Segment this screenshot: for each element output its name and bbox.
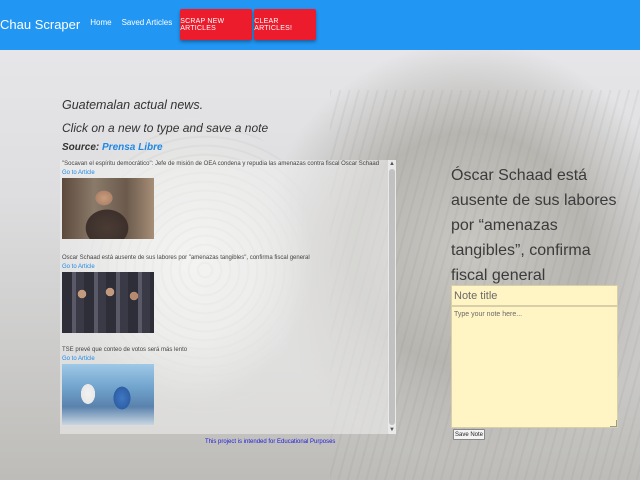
list-item[interactable]: Óscar Schaad está ausente de sus labores… <box>60 254 386 333</box>
list-item[interactable]: "Socavan el espíritu democrático": Jefe … <box>60 160 386 239</box>
article-image[interactable] <box>62 178 154 239</box>
save-note-button[interactable]: Save Note <box>453 429 485 440</box>
source-label: Source: <box>62 142 100 153</box>
article-link[interactable]: Go to Article <box>60 355 386 364</box>
clear-articles-button[interactable]: CLEAR ARTICLES! <box>254 9 317 40</box>
article-image[interactable] <box>62 272 154 333</box>
source-line: Source: Prensa Libre <box>62 142 163 153</box>
scrape-new-articles-button[interactable]: SCRAP NEW ARTICLES <box>180 9 253 40</box>
nav-link-saved-articles[interactable]: Saved Articles <box>122 18 173 27</box>
brand-title[interactable]: Chau Scraper <box>0 17 80 32</box>
note-body-textarea[interactable] <box>451 306 618 428</box>
article-image[interactable] <box>62 364 154 425</box>
page-heading: Guatemalan actual news. <box>62 98 204 112</box>
article-link[interactable]: Go to Article <box>60 169 386 178</box>
scroll-up-arrow-icon[interactable]: ▲ <box>388 160 396 168</box>
navbar: Chau Scraper Home Saved Articles SCRAP N… <box>0 0 640 50</box>
list-item[interactable]: TSE prevé que conteo de votos será más l… <box>60 346 386 425</box>
page-instructions: Click on a new to type and save a note <box>62 121 269 135</box>
nav-link-home[interactable]: Home <box>90 18 111 27</box>
scroll-down-arrow-icon[interactable]: ▼ <box>388 426 396 434</box>
scrollbar-thumb[interactable] <box>389 169 395 425</box>
note-title-input[interactable] <box>451 285 618 306</box>
article-list-scrollbar[interactable]: ▲ ▼ <box>388 160 396 434</box>
selected-article-title: Óscar Schaad está ausente de sus labores… <box>451 167 617 284</box>
article-title[interactable]: Óscar Schaad está ausente de sus labores… <box>60 254 386 263</box>
article-list[interactable]: "Socavan el espíritu democrático": Jefe … <box>60 160 396 434</box>
textarea-resize-grip-icon[interactable] <box>610 420 617 427</box>
footer-text: This project is intended for Educational… <box>205 439 336 445</box>
article-link[interactable]: Go to Article <box>60 263 386 272</box>
article-title[interactable]: "Socavan el espíritu democrático": Jefe … <box>60 160 386 169</box>
article-title[interactable]: TSE prevé que conteo de votos será más l… <box>60 346 386 355</box>
source-link[interactable]: Prensa Libre <box>102 142 163 153</box>
